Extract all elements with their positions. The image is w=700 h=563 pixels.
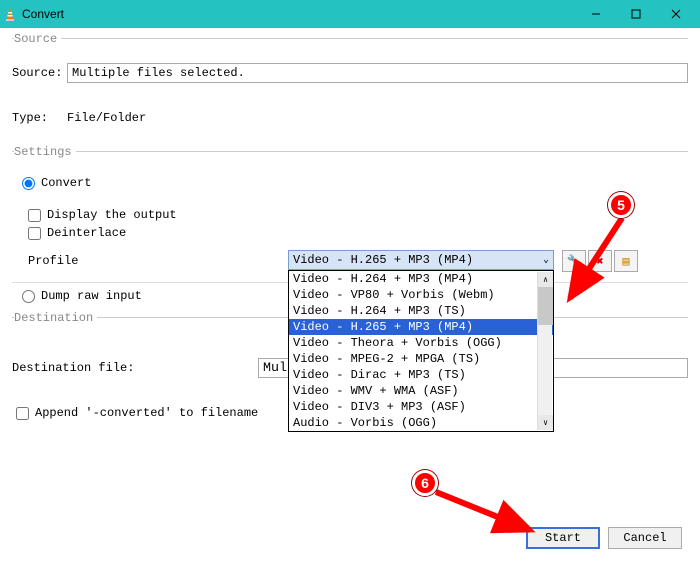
scroll-thumb[interactable] — [538, 287, 553, 325]
profile-option[interactable]: Video - Dirac + MP3 (TS) — [289, 367, 553, 383]
append-converted-label: Append '-converted' to filename — [35, 406, 258, 420]
cancel-button[interactable]: Cancel — [608, 527, 682, 549]
dropdown-scrollbar[interactable]: ∧ ∨ — [537, 272, 552, 430]
destination-file-label: Destination file: — [12, 361, 258, 375]
delete-profile-button[interactable]: ✖ — [588, 250, 612, 272]
scroll-up-icon[interactable]: ∧ — [538, 272, 553, 287]
x-icon: ✖ — [596, 254, 603, 269]
dump-raw-radio[interactable] — [22, 290, 35, 303]
profile-dropdown: Video - H.264 + MP3 (MP4)Video - VP80 + … — [288, 270, 554, 432]
source-legend: Source — [14, 32, 61, 46]
settings-fieldset: Settings Convert Display the output Dein… — [12, 151, 688, 307]
source-label: Source: — [12, 66, 67, 80]
wrench-icon: 🔧 — [567, 254, 582, 269]
profile-selected-value: Video - H.265 + MP3 (MP4) — [293, 253, 473, 267]
convert-label: Convert — [41, 176, 91, 190]
profile-option[interactable]: Video - H.264 + MP3 (TS) — [289, 303, 553, 319]
profile-option[interactable]: Video - H.265 + MP3 (MP4) — [289, 319, 553, 335]
display-output-checkbox[interactable] — [28, 209, 41, 222]
source-input[interactable] — [67, 63, 688, 83]
vlc-cone-icon — [4, 7, 16, 21]
profile-option[interactable]: Video - Theora + Vorbis (OGG) — [289, 335, 553, 351]
minimize-button[interactable] — [576, 0, 616, 28]
profile-option[interactable]: Video - WMV + WMA (ASF) — [289, 383, 553, 399]
annotation-badge-6: 6 — [412, 470, 438, 496]
append-converted-checkbox[interactable] — [16, 407, 29, 420]
profile-option[interactable]: Video - MPEG-2 + MPGA (TS) — [289, 351, 553, 367]
destination-legend: Destination — [14, 311, 97, 325]
profile-option[interactable]: Video - VP80 + Vorbis (Webm) — [289, 287, 553, 303]
annotation-badge-5: 5 — [608, 192, 634, 218]
convert-radio[interactable] — [22, 177, 35, 190]
chevron-down-icon: ⌄ — [543, 254, 549, 266]
new-profile-button[interactable]: ▤ — [614, 250, 638, 272]
profile-option[interactable]: Video - DIV3 + MP3 (ASF) — [289, 399, 553, 415]
start-button[interactable]: Start — [526, 527, 600, 549]
dump-raw-label: Dump raw input — [41, 289, 142, 303]
deinterlace-label: Deinterlace — [47, 226, 126, 240]
maximize-button[interactable] — [616, 0, 656, 28]
edit-profile-button[interactable]: 🔧 — [562, 250, 586, 272]
display-output-label: Display the output — [47, 208, 177, 222]
deinterlace-checkbox[interactable] — [28, 227, 41, 240]
titlebar: Convert — [0, 0, 700, 28]
settings-legend: Settings — [14, 145, 76, 159]
scroll-down-icon[interactable]: ∨ — [538, 415, 553, 430]
window-controls — [576, 0, 696, 28]
profile-option[interactable]: Audio - Vorbis (OGG) — [289, 415, 553, 431]
window-title: Convert — [22, 7, 576, 21]
type-value: File/Folder — [67, 111, 146, 125]
source-fieldset: Source Source: Type: File/Folder — [12, 38, 688, 141]
type-label: Type: — [12, 111, 67, 125]
profile-select[interactable]: Video - H.265 + MP3 (MP4) ⌄ Video - H.26… — [288, 250, 554, 270]
profile-option[interactable]: Video - H.264 + MP3 (MP4) — [289, 271, 553, 287]
profile-label: Profile — [28, 250, 288, 268]
new-profile-icon: ▤ — [622, 254, 629, 269]
close-button[interactable] — [656, 0, 696, 28]
